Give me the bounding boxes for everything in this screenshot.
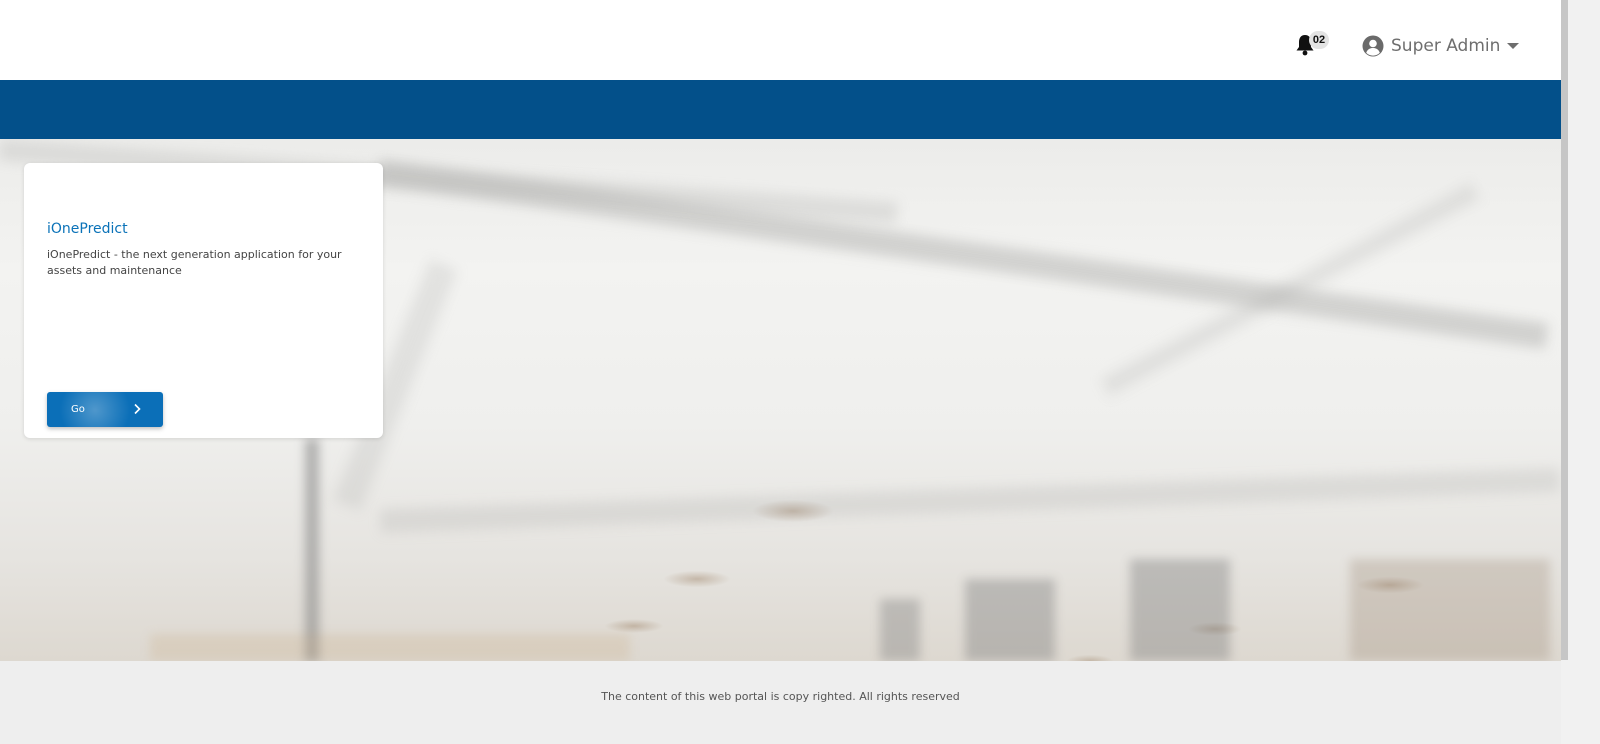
go-button-label: Go <box>71 404 85 415</box>
user-name: Super Admin <box>1391 36 1501 56</box>
go-button[interactable]: Go <box>47 392 163 427</box>
user-menu[interactable]: Super Admin <box>1362 34 1520 58</box>
user-circle-icon <box>1362 35 1384 57</box>
top-header: 02 Super Admin <box>0 0 1561 80</box>
app-card-title: iOnePredict <box>47 221 128 237</box>
chevron-right-icon <box>134 403 141 415</box>
copyright-text: The content of this web portal is copy r… <box>601 690 960 703</box>
button-ripple <box>55 392 135 427</box>
caret-down-icon <box>1507 43 1520 49</box>
app-card-description: iOnePredict - the next generation applic… <box>47 248 342 277</box>
app-card: iOnePredict iOnePredict - the next gener… <box>24 163 383 438</box>
footer: The content of this web portal is copy r… <box>0 661 1561 744</box>
notification-count-badge: 02 <box>1309 31 1329 49</box>
page-scrollbar-thumb[interactable] <box>1561 0 1568 660</box>
brand-bar <box>0 80 1561 139</box>
notifications-button[interactable]: 02 <box>1295 31 1329 59</box>
